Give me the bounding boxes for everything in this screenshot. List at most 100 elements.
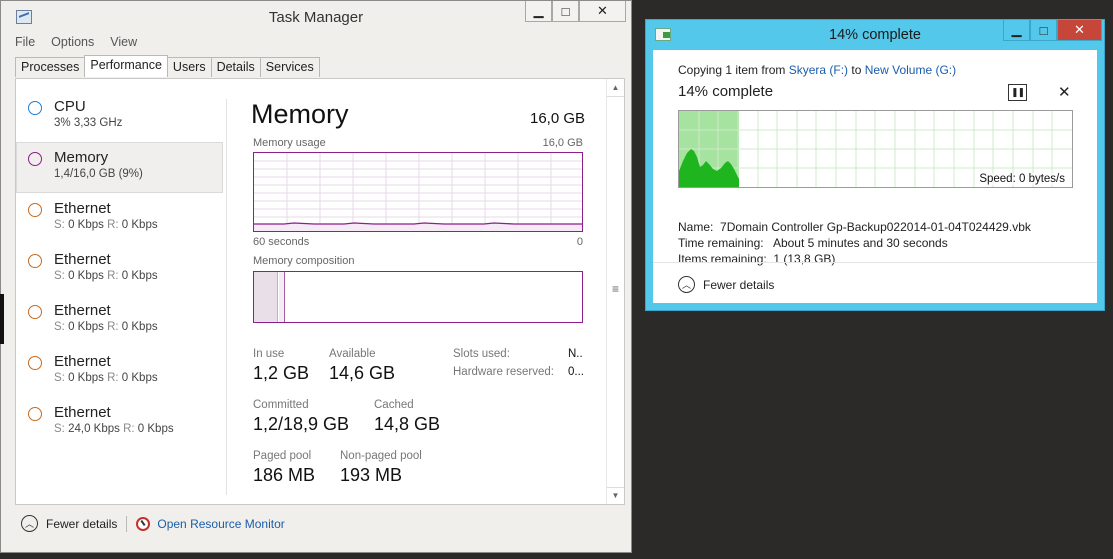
graph-time-end: 0 — [576, 236, 583, 248]
open-resource-monitor-link[interactable]: Open Resource Monitor — [157, 517, 284, 531]
hardware-reserved-label: Hardware reserved: — [453, 366, 554, 378]
cancel-button[interactable]: ✕ — [1058, 83, 1071, 101]
sidebar-item-label: Ethernet — [54, 251, 111, 268]
composition-in-use — [254, 272, 278, 322]
sidebar-item-value: 3% 3,33 GHz — [54, 117, 123, 129]
menu-file[interactable]: File — [15, 35, 35, 49]
sidebar-item-cpu[interactable]: CPU 3% 3,33 GHz — [16, 91, 223, 142]
performance-panel: CPU 3% 3,33 GHz Memory 1,4/16,0 GB (9%) … — [15, 78, 625, 505]
stat-cached: Cached 14,8 GB — [374, 399, 441, 434]
sidebar-item-label: Memory — [54, 149, 109, 166]
items-remaining-row: Items remaining: 1 (13,8 GB) — [678, 252, 836, 266]
ethernet-indicator-icon — [28, 203, 42, 217]
sidebar-item-label: Ethernet — [54, 200, 111, 217]
graph-time-start: 60 seconds — [253, 236, 310, 248]
chevron-up-icon[interactable]: ︿ — [678, 276, 695, 293]
sidebar-item-ethernet[interactable]: Ethernet S: 0 Kbps R: 0 Kbps — [16, 193, 223, 244]
vertical-scrollbar[interactable]: ▲ ≡ ▼ — [606, 79, 624, 504]
minimize-button[interactable]: ▁ — [1003, 20, 1030, 41]
tab-performance[interactable]: Performance — [84, 55, 168, 77]
sidebar-item-label: Ethernet — [54, 302, 111, 319]
ethernet-indicator-icon — [28, 407, 42, 421]
cpu-indicator-icon — [28, 101, 42, 115]
menu-options[interactable]: Options — [51, 35, 94, 49]
source-link[interactable]: Skyera (F:) — [789, 63, 848, 77]
memory-total: 16,0 GB — [530, 110, 586, 127]
sidebar-item-value: S: 0 Kbps R: 0 Kbps — [54, 270, 158, 282]
ethernet-indicator-icon — [28, 254, 42, 268]
time-remaining-row: Time remaining: About 5 minutes and 30 s… — [678, 236, 948, 250]
tab-bar: Processes Performance Users Details Serv… — [15, 55, 320, 77]
maximize-button[interactable]: □ — [1030, 20, 1057, 41]
fewer-details-button[interactable]: Fewer details — [703, 278, 774, 292]
memory-usage-max: 16,0 GB — [542, 137, 583, 149]
memory-heading: Memory — [251, 99, 349, 129]
tab-users[interactable]: Users — [166, 57, 212, 77]
sidebar-item-value: S: 24,0 Kbps R: 0 Kbps — [54, 423, 174, 435]
scroll-up-icon[interactable]: ▲ — [607, 79, 624, 96]
memory-usage-graph — [253, 152, 583, 232]
title-bar[interactable]: 14% complete ▁ □ ✕ — [646, 20, 1104, 50]
divider — [653, 262, 1097, 263]
memory-composition-bar — [253, 271, 583, 323]
sidebar-item-ethernet[interactable]: Ethernet S: 0 Kbps R: 0 Kbps — [16, 346, 223, 397]
ethernet-indicator-icon — [28, 305, 42, 319]
tab-services[interactable]: Services — [259, 57, 320, 77]
minimize-button[interactable]: ▁ — [525, 1, 552, 22]
composition-modified — [279, 272, 285, 322]
hardware-reserved-value: 0... — [568, 366, 584, 378]
tab-details[interactable]: Details — [210, 57, 261, 77]
destination-link[interactable]: New Volume (G:) — [865, 63, 956, 77]
sidebar-item-memory[interactable]: Memory 1,4/16,0 GB (9%) — [16, 142, 223, 193]
sidebar-item-label: Ethernet — [54, 404, 111, 421]
close-button[interactable]: ✕ — [1057, 20, 1102, 41]
sidebar-item-label: Ethernet — [54, 353, 111, 370]
sidebar-item-value: S: 0 Kbps R: 0 Kbps — [54, 372, 158, 384]
close-button[interactable]: ✕ — [579, 1, 626, 22]
tab-processes[interactable]: Processes — [15, 57, 86, 77]
task-manager-footer: ︿ Fewer details Open Resource Monitor — [21, 515, 285, 532]
sidebar-item-value: 1,4/16,0 GB (9%) — [54, 168, 143, 180]
file-name-row: Name: 7Domain Controller Gp-Backup022014… — [678, 220, 1031, 234]
percent-complete: 14% complete — [678, 83, 774, 100]
slots-used-value: N.. — [568, 348, 583, 360]
stat-available: Available 14,6 GB — [329, 348, 396, 383]
sidebar-divider — [226, 99, 227, 495]
scroll-down-icon[interactable]: ▼ — [607, 487, 624, 504]
transfer-speed-graph: Speed: 0 bytes/s — [678, 110, 1073, 188]
memory-composition-label: Memory composition — [253, 255, 355, 267]
pause-icon: ❚❚ — [1010, 87, 1025, 97]
stat-committed: Committed 1,2/18,9 GB — [253, 399, 350, 434]
menu-bar: File Options View — [15, 35, 137, 49]
pause-button[interactable]: ❚❚ — [1008, 84, 1027, 101]
memory-usage-label: Memory usage — [253, 137, 326, 149]
stat-paged-pool: Paged pool 186 MB — [253, 450, 316, 485]
stat-in-use: In use 1,2 GB — [253, 348, 310, 383]
sidebar-item-value: S: 0 Kbps R: 0 Kbps — [54, 219, 158, 231]
resource-monitor-icon — [136, 516, 151, 531]
copy-dialog-body: Copying 1 item from Skyera (F:) to New V… — [653, 50, 1097, 303]
ethernet-indicator-icon — [28, 356, 42, 370]
sidebar-item-label: CPU — [54, 98, 86, 115]
fewer-details-toggle[interactable]: ︿ Fewer details — [678, 276, 774, 293]
copy-summary: Copying 1 item from Skyera (F:) to New V… — [678, 63, 957, 77]
task-manager-window: Task Manager ▁ □ ✕ File Options View Pro… — [0, 0, 632, 553]
resource-sidebar: CPU 3% 3,33 GHz Memory 1,4/16,0 GB (9%) … — [16, 91, 223, 448]
slots-used-label: Slots used: — [453, 348, 510, 360]
sidebar-item-ethernet[interactable]: Ethernet S: 0 Kbps R: 0 Kbps — [16, 244, 223, 295]
stat-nonpaged-pool: Non-paged pool 193 MB — [340, 450, 422, 485]
maximize-button[interactable]: □ — [552, 1, 579, 22]
sidebar-item-ethernet[interactable]: Ethernet S: 0 Kbps R: 0 Kbps — [16, 295, 223, 346]
copy-progress-window: 14% complete ▁ □ ✕ Copying 1 item from S… — [645, 19, 1105, 311]
sidebar-item-ethernet[interactable]: Ethernet S: 24,0 Kbps R: 0 Kbps — [16, 397, 223, 448]
menu-view[interactable]: View — [110, 35, 137, 49]
fewer-details-button[interactable]: Fewer details — [46, 517, 117, 531]
scroll-grip-icon[interactable]: ≡ — [612, 282, 619, 296]
chevron-up-icon[interactable]: ︿ — [21, 515, 38, 532]
transfer-speed: Speed: 0 bytes/s — [977, 173, 1067, 185]
title-bar[interactable]: Task Manager ▁ □ ✕ — [1, 1, 631, 33]
desktop-edge — [0, 294, 4, 344]
memory-indicator-icon — [28, 152, 42, 166]
footer-divider — [126, 515, 128, 532]
sidebar-item-value: S: 0 Kbps R: 0 Kbps — [54, 321, 158, 333]
